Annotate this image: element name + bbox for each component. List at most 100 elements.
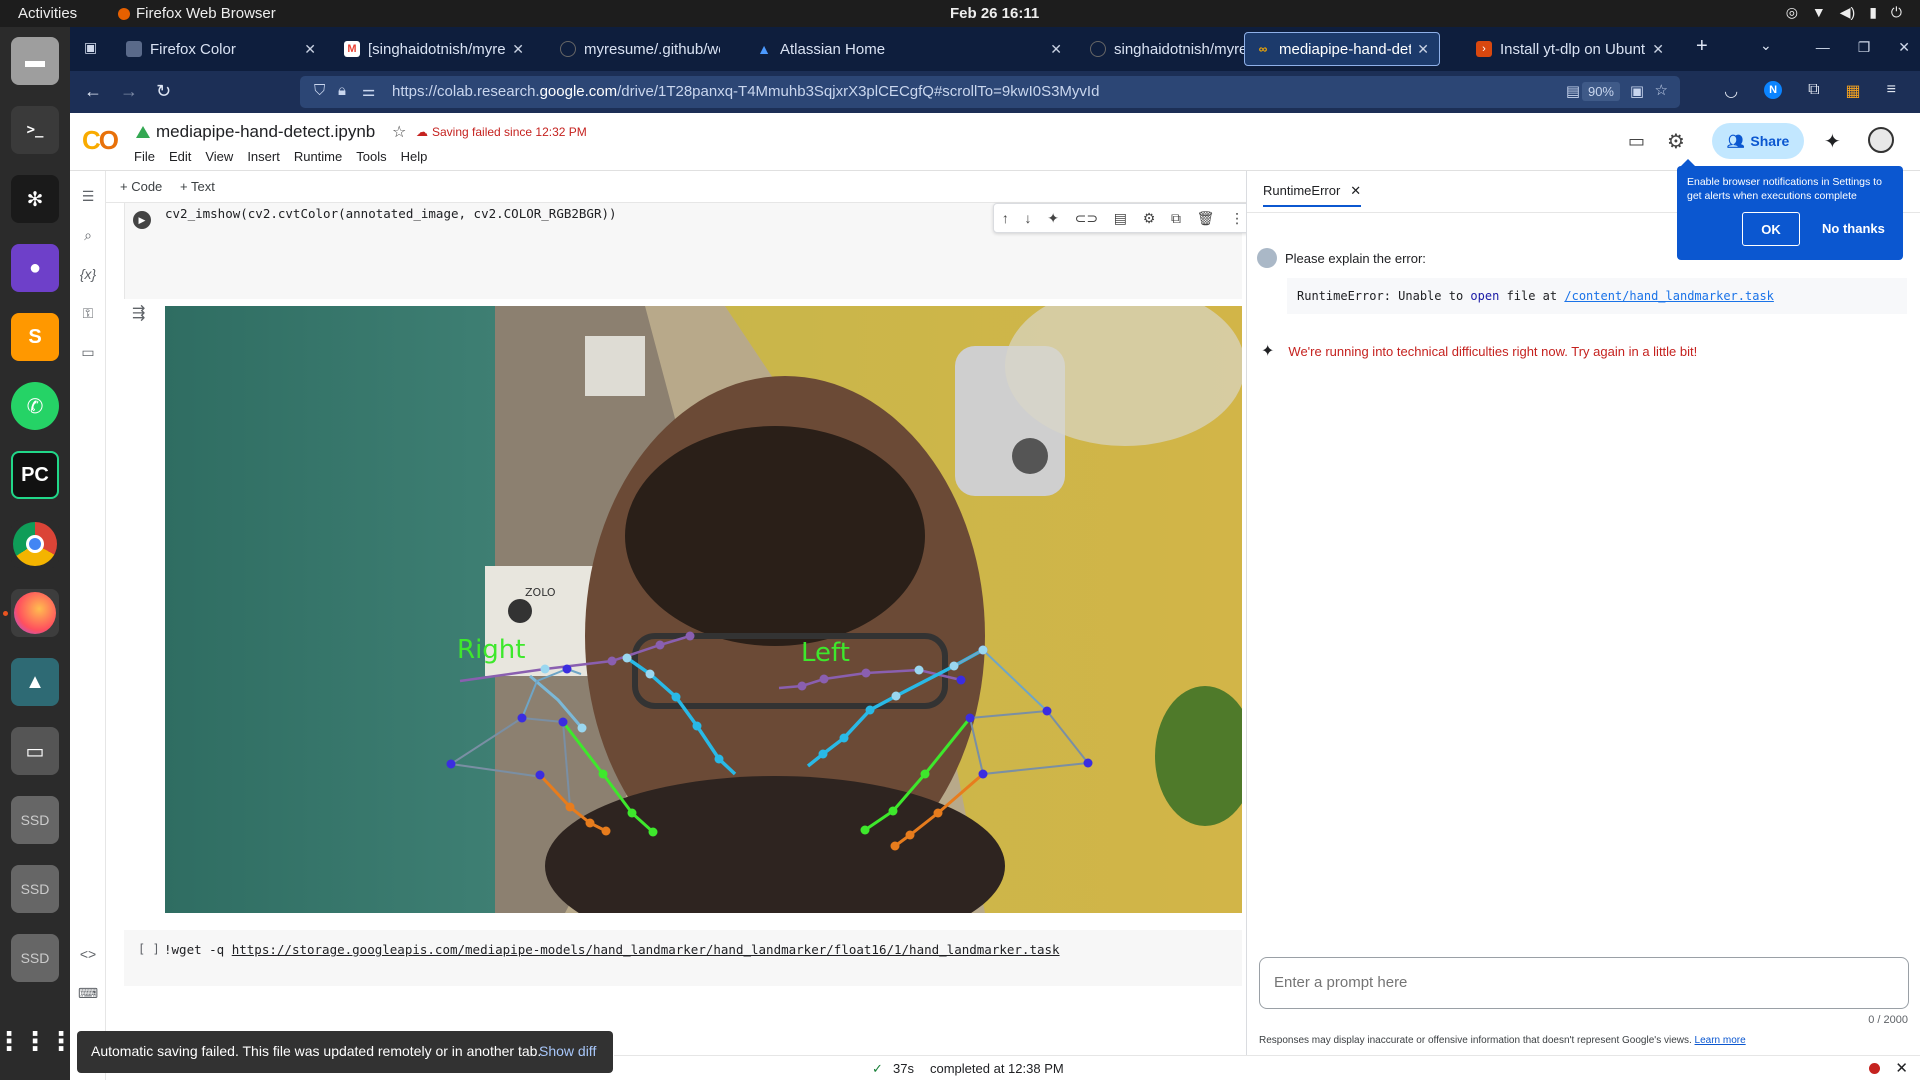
gemini-cell-icon[interactable]: ✦ (1047, 210, 1059, 227)
star-icon[interactable]: ☆ (392, 122, 406, 142)
colab-logo[interactable]: CO (82, 125, 119, 156)
share-button[interactable]: 👥︎ Share (1712, 123, 1804, 159)
ssd-drive-icon[interactable]: SSD (11, 865, 59, 913)
url-bar[interactable]: ⛉ 🔒︎ ⚌ https://colab.research.google.com… (300, 76, 1680, 108)
lock-icon[interactable]: 🔒︎ (338, 82, 346, 99)
code-cell[interactable]: ▶ cv2_imshow(cv2.cvtColor(annotated_imag… (124, 203, 1253, 299)
code-snippets-icon[interactable]: <> (78, 944, 98, 964)
reader-view-icon[interactable]: ▤ (1566, 82, 1580, 100)
record-indicator-icon[interactable] (1869, 1063, 1880, 1074)
tab-yt-dlp[interactable]: › Install yt-dlp on Ubuntu u ✕ (1466, 32, 1674, 66)
bookmark-star-icon[interactable]: ☆ (1655, 81, 1668, 99)
back-icon[interactable]: ← (84, 81, 102, 102)
saving-status[interactable]: ☁ Saving failed since 12:32 PM (416, 125, 587, 139)
link-icon[interactable]: ⊂⊃ (1075, 210, 1098, 227)
close-tab-icon[interactable]: ✕ (512, 41, 524, 58)
list-tabs-icon[interactable]: ⌄ (1760, 37, 1772, 54)
whatsapp-icon[interactable]: ✆ (11, 382, 59, 430)
forward-icon[interactable]: → (120, 81, 138, 102)
table-of-contents-icon[interactable]: ☰ (78, 186, 98, 206)
sync-icon[interactable]: ▦ (1846, 81, 1861, 101)
close-tab-icon[interactable]: ✕ (1350, 183, 1361, 199)
learn-more-link[interactable]: Learn more (1695, 1035, 1746, 1046)
ssd-drive-icon[interactable]: SSD (11, 934, 59, 982)
mirror-cell-icon[interactable]: ⧉ (1171, 210, 1181, 227)
app-center-icon[interactable]: ▲ (11, 658, 59, 706)
files-folder-icon[interactable]: ▭ (78, 342, 98, 362)
error-path-link[interactable]: /content/hand_landmarker.task (1564, 289, 1774, 303)
find-replace-icon[interactable]: ⌕ (78, 225, 98, 245)
tab-github-workflow[interactable]: myresume/.github/workf (550, 32, 730, 66)
pycharm-icon[interactable]: PC (11, 451, 59, 499)
command-palette-icon[interactable]: ⌨ (78, 983, 98, 1003)
comment-icon[interactable]: ▤ (1114, 210, 1127, 227)
comments-icon[interactable]: ▭ (1628, 131, 1645, 152)
add-code-button[interactable]: + Code (120, 179, 162, 194)
notebook-title[interactable]: mediapipe-hand-detect.ipynb (136, 122, 375, 142)
ssd-drive-icon[interactable]: SSD (11, 796, 59, 844)
gemini-icon[interactable]: ✦ (1824, 129, 1841, 154)
menu-icon[interactable]: ≡ (1887, 81, 1896, 101)
terminal-icon[interactable]: >_ (11, 106, 59, 154)
tab-runtime-error[interactable]: RuntimeError ✕ (1263, 183, 1362, 207)
app-menu[interactable]: Firefox Web Browser (118, 5, 276, 22)
chrome-icon[interactable] (11, 520, 59, 568)
avatar[interactable] (1868, 127, 1894, 153)
menu-view[interactable]: View (205, 149, 233, 164)
account-icon[interactable]: N (1764, 81, 1783, 99)
tab-overview-icon[interactable]: ▣ (84, 39, 97, 56)
github-desktop-icon[interactable]: ● (11, 244, 59, 292)
files-icon[interactable]: ▬ (11, 37, 59, 85)
variables-icon[interactable]: {x} (78, 264, 98, 284)
close-tab-icon[interactable]: ✕ (1417, 41, 1429, 58)
menu-help[interactable]: Help (401, 149, 428, 164)
chatgpt-icon[interactable]: ✻ (11, 175, 59, 223)
system-tray[interactable]: ◎ ▼ ◀) ▮ ⏻ (1786, 4, 1902, 21)
cell-settings-icon[interactable]: ⚙ (1143, 210, 1156, 227)
close-status-icon[interactable]: ✕ (1895, 1059, 1908, 1077)
new-tab-icon[interactable]: + (1696, 35, 1708, 58)
code-cell[interactable]: [ ] !wget -q https://storage.googleapis.… (124, 930, 1242, 986)
add-text-button[interactable]: + Text (180, 179, 215, 194)
menu-file[interactable]: File (134, 149, 155, 164)
menu-edit[interactable]: Edit (169, 149, 191, 164)
permissions-icon[interactable]: ⚌ (362, 82, 375, 100)
tracking-shield-icon[interactable]: ⛉ (314, 82, 325, 99)
zoom-level[interactable]: 90% (1581, 82, 1620, 101)
close-tab-icon[interactable]: ✕ (304, 41, 316, 58)
close-window-icon[interactable]: ✕ (1898, 39, 1910, 56)
menu-insert[interactable]: Insert (247, 149, 280, 164)
cell-code[interactable]: cv2_imshow(cv2.cvtColor(annotated_image,… (165, 206, 617, 221)
secrets-key-icon[interactable]: ⚿ (78, 303, 98, 323)
delete-icon[interactable]: 🗑︎ (1197, 210, 1215, 227)
ok-button[interactable]: OK (1742, 212, 1800, 246)
extension-icon[interactable]: ▣ (1630, 82, 1644, 100)
firefox-dock-icon[interactable] (11, 589, 59, 637)
close-tab-icon[interactable]: ✕ (1652, 41, 1664, 58)
model-download-link[interactable]: https://storage.googleapis.com/mediapipe… (232, 942, 1060, 957)
move-up-icon[interactable]: ↑ (1002, 210, 1009, 226)
restore-icon[interactable]: ❐ (1858, 39, 1871, 56)
clock[interactable]: Feb 26 16:11 (950, 5, 1039, 22)
reload-icon[interactable]: ↻ (156, 81, 171, 102)
minimize-icon[interactable]: — (1816, 39, 1830, 56)
run-cell-icon[interactable]: ▶ (133, 211, 151, 229)
menu-tools[interactable]: Tools (356, 149, 386, 164)
cell-execution-count[interactable]: [ ] (138, 942, 160, 956)
show-diff-button[interactable]: Show diff (539, 1043, 596, 1059)
extensions-icon[interactable]: ⧉ (1808, 81, 1819, 101)
prompt-box[interactable] (1259, 957, 1909, 1009)
show-apps-icon[interactable]: ⋮⋮⋮ (0, 1017, 74, 1065)
move-down-icon[interactable]: ↓ (1025, 210, 1032, 226)
pocket-icon[interactable]: ◡ (1724, 81, 1738, 101)
tab-gmail[interactable]: M [singhaidotnish/myresum ✕ (334, 32, 534, 66)
completed-time[interactable]: completed at 12:38 PM (930, 1061, 1064, 1076)
tab-firefox-color[interactable]: Firefox Color ✕ (116, 32, 326, 66)
prompt-input[interactable] (1274, 974, 1894, 991)
execution-time[interactable]: 37s (893, 1061, 914, 1076)
settings-icon[interactable]: ⚙ (1667, 129, 1685, 154)
tab-colab-active[interactable]: ∞ mediapipe-hand-detect.ip ✕ (1244, 32, 1440, 66)
cell-code[interactable]: !wget -q https://storage.googleapis.com/… (164, 942, 1060, 957)
more-options-icon[interactable]: ⋮ (1230, 210, 1244, 227)
sublime-text-icon[interactable]: S (11, 313, 59, 361)
